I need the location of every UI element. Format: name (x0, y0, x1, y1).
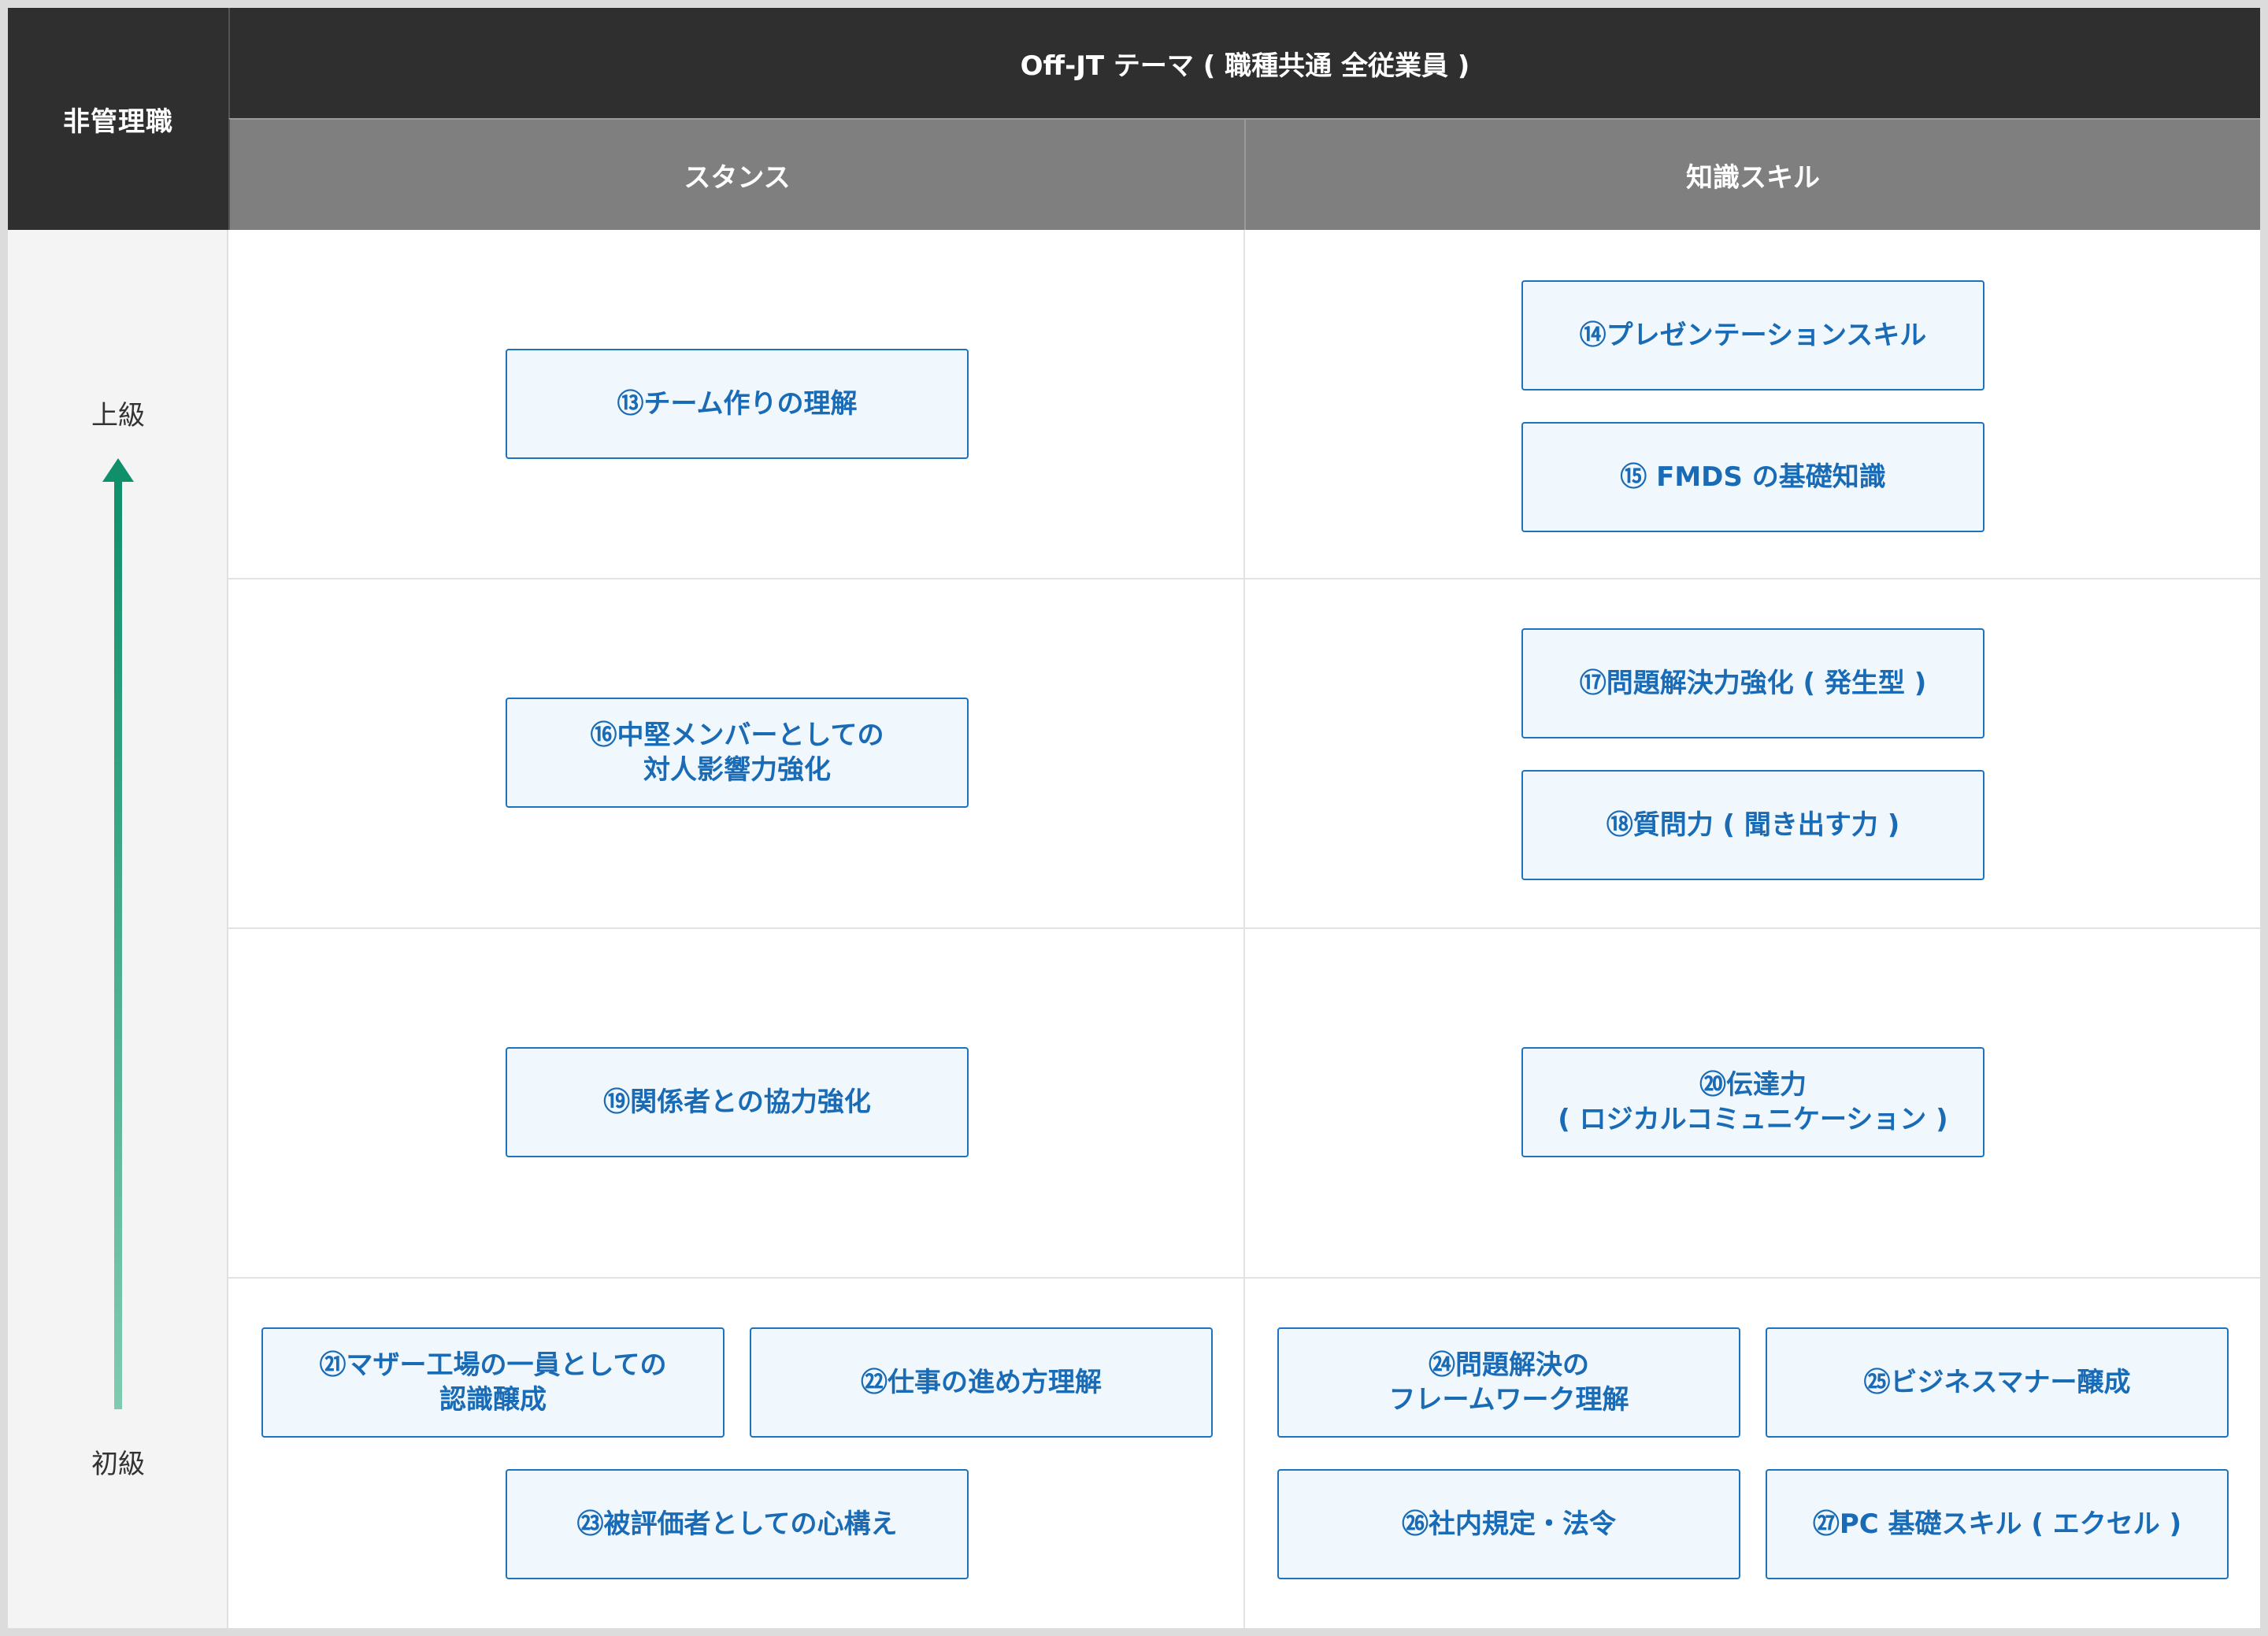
column-header-stance: スタンス (228, 118, 1244, 230)
course-18-line-1: ⑱質問力 ( 聞き出す力 ) (1606, 809, 1900, 841)
course-25-line-1: ㉕ビジネスマナー醸成 (1863, 1366, 2131, 1398)
course-14-line-1: ⑭プレゼンテーションスキル (1579, 319, 1927, 351)
level-label-advanced: 上級 (91, 400, 145, 431)
theme-header: Off-JT テーマ ( 職種共通 全従業員 ) (228, 8, 2260, 118)
column-header-skill-label: 知識スキル (1686, 161, 1820, 194)
course-24-line-2: フレームワーク理解 (1388, 1384, 1629, 1416)
level-axis: 上級 初級 (8, 230, 228, 1628)
course-20-line-2: ( ロジカルコミュニケーション ) (1558, 1104, 1948, 1135)
course-20[interactable]: ⑳伝達力 ( ロジカルコミュニケーション ) (1521, 1047, 1984, 1157)
level-arrow-icon (102, 458, 134, 1409)
corner-header-label: 非管理職 (63, 105, 173, 138)
course-22-line-1: ㉒仕事の進め方理解 (861, 1366, 1102, 1398)
level-label-beginner: 初級 (91, 1449, 145, 1480)
course-17[interactable]: ⑰問題解決力強化 ( 発生型 ) (1521, 628, 1984, 738)
column-header-skill: 知識スキル (1244, 118, 2260, 230)
course-20-line-1: ⑳伝達力 (1699, 1068, 1807, 1101)
course-19-line-1: ⑲関係者との協力強化 (603, 1086, 871, 1118)
course-15[interactable]: ⑮ FMDS の基礎知識 (1521, 422, 1984, 532)
course-25[interactable]: ㉕ビジネスマナー醸成 (1766, 1327, 2229, 1438)
course-map: 非管理職 Off-JT テーマ ( 職種共通 全従業員 ) スタンス 知識スキル… (8, 8, 2260, 1628)
course-13[interactable]: ⑬チーム作りの理解 (506, 349, 969, 459)
course-24-line-1: ㉔問題解決の (1429, 1349, 1589, 1381)
course-16-line-1: ⑯中堅メンバーとしての (590, 719, 884, 751)
course-21[interactable]: ㉑マザー工場の一員としての 認識醸成 (261, 1327, 724, 1438)
course-26-line-1: ㉖社内規定・法令 (1402, 1508, 1616, 1540)
course-24[interactable]: ㉔問題解決の フレームワーク理解 (1277, 1327, 1740, 1438)
corner-header: 非管理職 (8, 8, 228, 230)
course-14[interactable]: ⑭プレゼンテーションスキル (1521, 280, 1984, 390)
course-27[interactable]: ㉗PC 基礎スキル ( エクセル ) (1766, 1469, 2229, 1579)
course-21-line-1: ㉑マザー工場の一員としての (319, 1349, 667, 1381)
column-header-stance-label: スタンス (684, 161, 791, 194)
course-18[interactable]: ⑱質問力 ( 聞き出す力 ) (1521, 770, 1984, 880)
course-16[interactable]: ⑯中堅メンバーとしての 対人影響力強化 (506, 698, 969, 808)
course-15-line-1: ⑮ FMDS の基礎知識 (1620, 461, 1886, 493)
course-22[interactable]: ㉒仕事の進め方理解 (750, 1327, 1213, 1438)
course-19[interactable]: ⑲関係者との協力強化 (506, 1047, 969, 1157)
course-26[interactable]: ㉖社内規定・法令 (1277, 1469, 1740, 1579)
course-17-line-1: ⑰問題解決力強化 ( 発生型 ) (1579, 667, 1927, 699)
course-23-line-1: ㉓被評価者としての心構え (576, 1508, 898, 1540)
course-23[interactable]: ㉓被評価者としての心構え (506, 1469, 969, 1579)
course-21-line-2: 認識醸成 (439, 1384, 547, 1416)
column-divider (1243, 230, 1245, 1628)
course-13-line-1: ⑬チーム作りの理解 (617, 387, 858, 420)
course-16-line-2: 対人影響力強化 (643, 754, 831, 786)
course-27-line-1: ㉗PC 基礎スキル ( エクセル ) (1812, 1508, 2182, 1540)
theme-header-label: Off-JT テーマ ( 職種共通 全従業員 ) (1020, 50, 1470, 82)
